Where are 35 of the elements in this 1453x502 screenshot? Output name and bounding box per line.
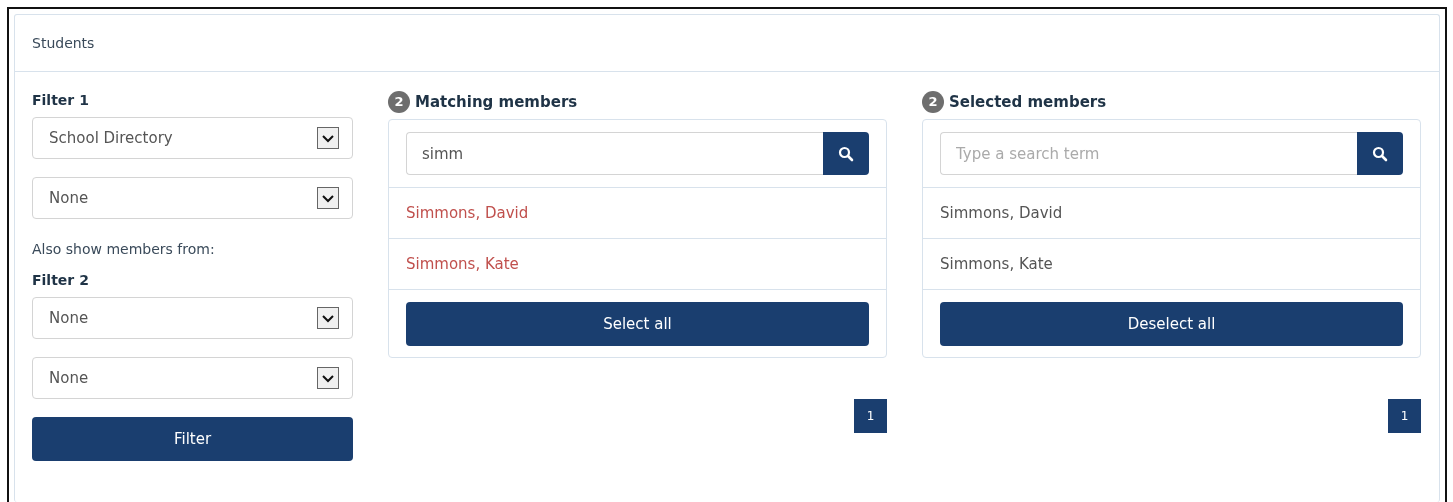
dropdown-value: None xyxy=(49,369,89,387)
search-field[interactable]: Type a search term xyxy=(940,132,1357,175)
list-action-button[interactable]: Deselect all xyxy=(940,302,1403,346)
dropdown-value: School Directory xyxy=(49,129,173,147)
panel-title: Students xyxy=(32,35,95,51)
dropdown-caret-icon xyxy=(317,127,339,149)
page-button[interactable]: 1 xyxy=(1388,399,1421,433)
list-action-button[interactable]: Select all xyxy=(406,302,869,346)
member-item[interactable]: Simmons, David xyxy=(923,188,1420,239)
search-field[interactable]: simm xyxy=(406,132,823,175)
dropdown-caret-icon xyxy=(317,187,339,209)
member-item[interactable]: Simmons, David xyxy=(389,188,886,239)
filter-hint: Also show members from: xyxy=(32,241,216,257)
dropdown-value: None xyxy=(49,309,89,327)
dropdown-caret-icon xyxy=(317,307,339,329)
search-icon xyxy=(838,145,854,162)
count-badge: 2 xyxy=(922,90,944,113)
member-item[interactable]: Simmons, Kate xyxy=(389,239,886,290)
dropdown-select[interactable]: None xyxy=(32,297,353,339)
member-item[interactable]: Simmons, Kate xyxy=(923,239,1420,290)
search-button[interactable] xyxy=(823,132,869,175)
list-heading: Selected members xyxy=(949,92,1107,111)
page-button[interactable]: 1 xyxy=(854,399,887,433)
search-icon xyxy=(1372,145,1388,162)
dropdown-select[interactable]: None xyxy=(32,177,353,219)
filter-button[interactable]: Filter xyxy=(32,417,353,461)
dropdown-caret-icon xyxy=(317,367,339,389)
filter-label: Filter 2 xyxy=(32,272,90,288)
dropdown-select[interactable]: School Directory xyxy=(32,117,353,159)
filter-label: Filter 1 xyxy=(32,92,90,108)
list-heading: Matching members xyxy=(415,92,578,111)
count-badge: 2 xyxy=(388,90,410,113)
dropdown-select[interactable]: None xyxy=(32,357,353,399)
search-button[interactable] xyxy=(1357,132,1403,175)
dropdown-value: None xyxy=(49,189,89,207)
